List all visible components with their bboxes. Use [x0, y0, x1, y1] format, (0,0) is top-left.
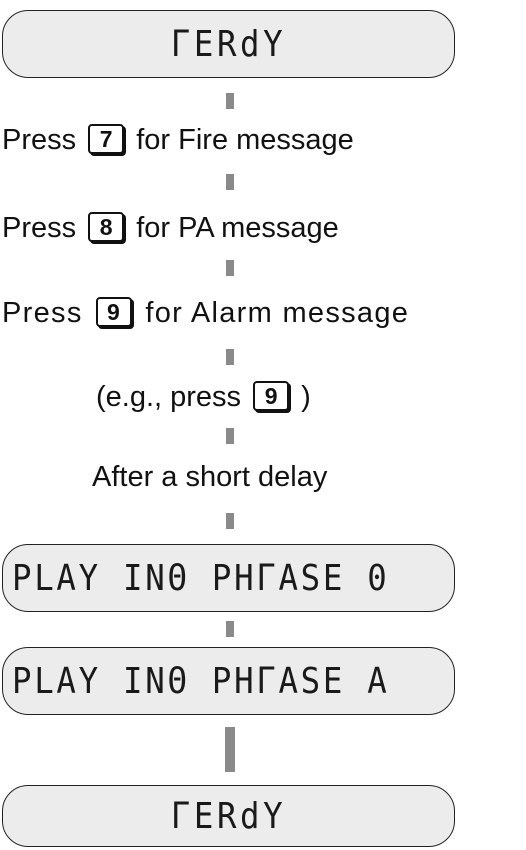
key-8: 8	[88, 212, 125, 242]
step-prefix: Press	[2, 297, 92, 329]
connector	[225, 727, 235, 772]
key-7: 7	[88, 124, 125, 154]
lcd-text: PLAY INΘ PHΓASE 0	[12, 557, 390, 599]
connector	[226, 174, 234, 190]
key-9: 9	[253, 381, 290, 411]
connector	[226, 513, 234, 529]
step-alarm: Press 9 for Alarm message	[2, 296, 409, 330]
connector	[226, 428, 234, 444]
step-suffix: for PA message	[128, 212, 339, 244]
connector	[226, 349, 234, 365]
lcd-text: ΓERdY	[170, 23, 287, 65]
step-example: (e.g., press 9 )	[96, 380, 311, 414]
step-suffix: for Alarm message	[136, 297, 410, 329]
step-prefix: Press	[2, 124, 85, 156]
step-suffix: for Fire message	[128, 124, 354, 156]
step-prefix: Press	[2, 212, 85, 244]
key-9: 9	[96, 297, 132, 327]
connector	[226, 621, 234, 637]
lcd-text: ΓERdY	[170, 795, 287, 837]
connector	[226, 260, 234, 276]
step-pa: Press 8 for PA message	[2, 211, 339, 245]
lcd-display-ready-bottom: ΓERdY	[2, 785, 455, 847]
step-delay: After a short delay	[92, 461, 328, 493]
lcd-display-ready-top: ΓERdY	[2, 10, 455, 78]
connector	[226, 93, 234, 109]
step-fire: Press 7 for Fire message	[2, 123, 354, 157]
lcd-display-playing-a: PLAY INΘ PHΓASE A	[2, 647, 455, 715]
lcd-text: PLAY INΘ PHΓASE A	[12, 660, 390, 702]
lcd-display-playing-0: PLAY INΘ PHΓASE 0	[2, 544, 455, 612]
step-prefix: (e.g., press	[96, 381, 250, 413]
step-suffix: )	[293, 381, 311, 413]
